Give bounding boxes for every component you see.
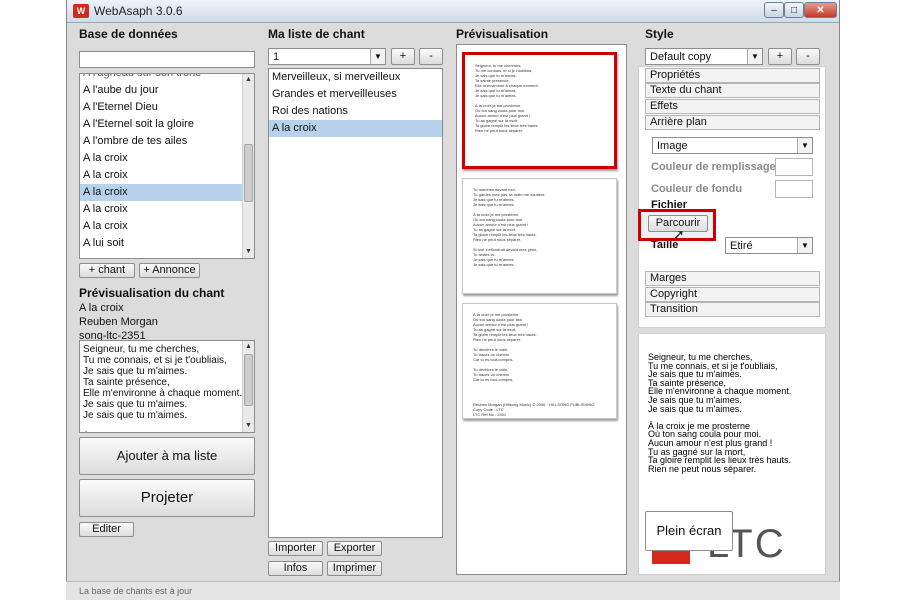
list-item[interactable]: A la croix — [80, 218, 244, 235]
style-remove-button[interactable]: - — [796, 48, 820, 65]
background-type-select[interactable]: Image ▼ — [652, 137, 813, 154]
add-to-list-button[interactable]: Ajouter à ma liste — [79, 437, 255, 475]
title-bar[interactable]: W WebAsaph 3.0.6 – □ ✕ — [67, 0, 839, 23]
add-chant-button[interactable]: + chant — [79, 263, 135, 278]
style-selector-value: Default copy — [650, 51, 712, 63]
db-search-input[interactable] — [79, 51, 255, 68]
style-add-button[interactable]: + — [768, 48, 792, 65]
import-button[interactable]: Importer — [268, 541, 323, 556]
section-texte-du-chant[interactable]: Texte du chant — [645, 83, 820, 98]
mylist-selector[interactable]: 1 ▼ — [268, 48, 386, 65]
list-item[interactable]: A l'Eternel soit la gloire — [80, 116, 244, 133]
section-effets[interactable]: Effets — [645, 99, 820, 114]
status-text: La base de chants est à jour — [79, 586, 193, 596]
chevron-down-icon[interactable]: ▼ — [797, 238, 812, 253]
edit-button[interactable]: Editer — [79, 522, 134, 537]
song-author: Reuben Morgan — [79, 316, 158, 328]
preview-line: LTC Ref No : 2351 — [473, 412, 507, 417]
fade-color-swatch[interactable] — [775, 180, 813, 198]
list-item[interactable]: A l'Eternel Dieu — [80, 99, 244, 116]
mylist-item[interactable]: A la croix — [269, 120, 442, 137]
background-type-value: Image — [657, 140, 688, 152]
scroll-thumb[interactable] — [244, 354, 253, 406]
section-marges[interactable]: Marges — [645, 271, 820, 286]
song-preview-header: Prévisualisation du chant — [79, 286, 225, 300]
mylist-item[interactable]: Merveilleux, si merveilleux — [269, 69, 442, 86]
live-lyrics: Seigneur, tu me cherches, Tu me connais,… — [648, 352, 792, 474]
scroll-down-icon[interactable]: ▼ — [243, 246, 254, 258]
fill-color-swatch[interactable] — [775, 158, 813, 176]
chevron-down-icon[interactable]: ▼ — [747, 49, 762, 64]
mylist-songs[interactable]: Merveilleux, si merveilleux Grandes et me… — [268, 68, 443, 538]
preview-page-1[interactable]: Seigneur, tu me cherches, Tu me connais, … — [462, 52, 617, 169]
chevron-down-icon[interactable]: ▼ — [797, 138, 812, 153]
window-title: WebAsaph 3.0.6 — [94, 4, 183, 18]
add-annonce-button[interactable]: + Annonce — [139, 263, 200, 278]
scroll-thumb[interactable] — [244, 144, 253, 202]
project-button[interactable]: Projeter — [79, 479, 255, 517]
db-song-list[interactable]: A l'agneau sur son trône A l'aube du jou… — [79, 73, 255, 259]
preview-panel[interactable]: Seigneur, tu me cherches, Tu me connais, … — [456, 44, 627, 575]
mylist-item[interactable]: Roi des nations — [269, 103, 442, 120]
fade-color-label: Couleur de fondu — [651, 183, 743, 195]
scroll-up-icon[interactable]: ▲ — [243, 341, 254, 353]
style-selector[interactable]: Default copy ▼ — [645, 48, 763, 65]
section-copyright[interactable]: Copyright — [645, 287, 820, 302]
section-arriere-plan[interactable]: Arrière plan — [645, 115, 820, 130]
mylist-remove-button[interactable]: - — [419, 48, 443, 65]
list-item[interactable]: A la croix — [80, 201, 244, 218]
db-list-scrollbar[interactable]: ▲ ▼ — [242, 74, 254, 258]
minimize-button[interactable]: – — [764, 2, 784, 18]
chevron-down-icon[interactable]: ▼ — [370, 49, 385, 64]
list-item[interactable]: A l'ombre de tes ailes — [80, 133, 244, 150]
mylist-item[interactable]: Grandes et merveilleuses — [269, 86, 442, 103]
fill-color-label: Couleur de remplissage — [651, 161, 776, 173]
section-transition[interactable]: Transition — [645, 302, 820, 317]
mylist-header: Ma liste de chant — [268, 27, 365, 41]
size-select-value: Etiré — [730, 240, 753, 252]
list-item[interactable]: A la croix — [80, 167, 244, 184]
close-button[interactable]: ✕ — [804, 2, 837, 18]
list-item[interactable]: A la croix — [80, 150, 244, 167]
mylist-selector-value: 1 — [273, 51, 280, 63]
scroll-up-icon[interactable]: ▲ — [243, 74, 254, 86]
song-lyrics-box[interactable]: Seigneur, tu me cherches, Tu me connais,… — [79, 340, 255, 433]
status-bar: La base de chants est à jour — [66, 581, 840, 600]
mylist-add-button[interactable]: + — [391, 48, 415, 65]
fullscreen-button[interactable]: Plein écran — [645, 511, 733, 551]
export-button[interactable]: Exporter — [327, 541, 382, 556]
style-header: Style — [645, 27, 674, 41]
lyrics-scrollbar[interactable]: ▲ ▼ — [242, 341, 254, 432]
size-select[interactable]: Etiré ▼ — [725, 237, 813, 254]
preview-page-3[interactable]: À la croix je me prosterne Où ton sang co… — [462, 303, 617, 419]
list-item-partial[interactable]: A l'agneau sur son trône — [80, 74, 244, 82]
list-item[interactable]: A la croix — [80, 184, 244, 201]
list-item[interactable]: A l'aube du jour — [80, 82, 244, 99]
infos-button[interactable]: Infos — [268, 561, 323, 576]
print-button[interactable]: Imprimer — [327, 561, 382, 576]
maximize-button[interactable]: □ — [784, 2, 804, 18]
mouse-cursor-icon: ➚ — [673, 226, 685, 242]
song-title: A la croix — [79, 302, 124, 314]
section-proprietes[interactable]: Propriétés — [645, 68, 820, 83]
db-header: Base de données — [79, 27, 178, 41]
list-item[interactable]: A lui soit — [80, 235, 244, 252]
app-icon: W — [73, 4, 89, 18]
live-preview[interactable]: Seigneur, tu me cherches, Tu me connais,… — [638, 333, 826, 575]
song-lyrics-text: Seigneur, tu me cherches, Tu me connais,… — [83, 344, 243, 421]
preview-header: Prévisualisation — [456, 27, 549, 41]
preview-line: Je sais que tu m'aimes. — [473, 262, 515, 267]
scroll-down-icon[interactable]: ▼ — [243, 420, 254, 432]
preview-line: Rien ne peut nous séparer. — [475, 128, 524, 133]
preview-page-2[interactable]: Tu marches devant moi, Tu gardes mes pas,… — [462, 178, 617, 294]
